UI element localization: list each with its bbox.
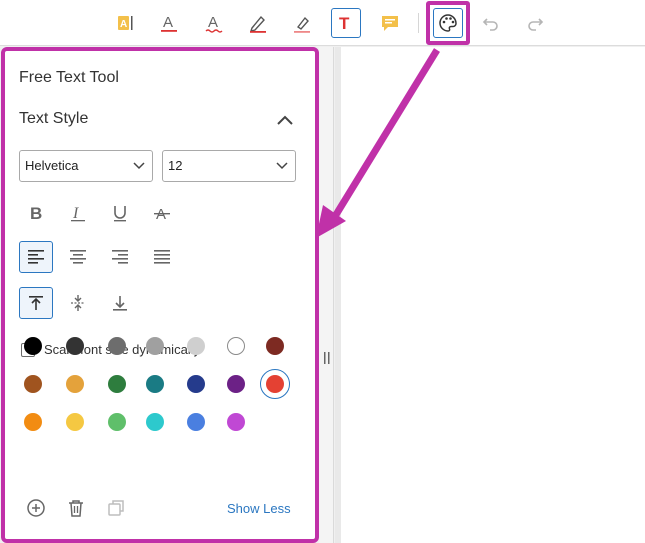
color-swatch[interactable]	[66, 337, 84, 355]
color-swatch[interactable]	[187, 413, 205, 431]
show-less-link[interactable]: Show Less	[227, 501, 291, 516]
freehand-highlight-icon[interactable]	[287, 8, 317, 38]
color-swatch[interactable]	[227, 413, 245, 431]
panel-title: Free Text Tool	[19, 69, 119, 86]
copy-color-icon[interactable]	[105, 497, 127, 519]
chevron-down-icon	[276, 162, 288, 170]
font-size-select[interactable]: 12	[162, 150, 296, 182]
color-swatch[interactable]	[108, 337, 126, 355]
font-family-select[interactable]: Helvetica	[19, 150, 153, 182]
chevron-up-icon[interactable]	[275, 112, 295, 128]
sticky-note-icon[interactable]	[375, 8, 405, 38]
align-center-icon[interactable]	[61, 241, 95, 273]
color-swatch[interactable]	[24, 337, 42, 355]
italic-icon[interactable]: I	[61, 197, 95, 229]
freehand-pen-icon[interactable]	[243, 8, 273, 38]
text-highlight-tool-icon[interactable]: A	[110, 8, 140, 38]
color-swatch[interactable]	[146, 413, 164, 431]
document-page: C. Jane Williamson has indicated heterm …	[341, 47, 645, 543]
color-swatch[interactable]	[66, 413, 84, 431]
undo-icon[interactable]	[476, 8, 506, 38]
strikethrough-icon[interactable]: A	[145, 197, 179, 229]
panel-splitter[interactable]	[319, 47, 334, 543]
color-swatch[interactable]	[108, 375, 126, 393]
color-swatch[interactable]	[227, 337, 245, 355]
align-right-icon[interactable]	[103, 241, 137, 273]
align-bottom-icon[interactable]	[103, 287, 137, 319]
align-justify-icon[interactable]	[145, 241, 179, 273]
color-swatch[interactable]	[108, 413, 126, 431]
free-text-tool-icon[interactable]: T	[331, 8, 361, 38]
color-swatch[interactable]	[187, 375, 205, 393]
font-family-value: Helvetica	[25, 158, 79, 173]
color-swatch[interactable]	[146, 375, 164, 393]
color-swatch[interactable]	[227, 375, 245, 393]
text-underline-color-tool-icon[interactable]: A	[154, 8, 184, 38]
svg-text:A: A	[208, 14, 218, 31]
align-left-icon[interactable]	[19, 241, 53, 273]
align-middle-icon[interactable]	[61, 287, 95, 319]
text-squiggly-tool-icon[interactable]: A	[199, 8, 229, 38]
underline-icon[interactable]	[103, 197, 137, 229]
redo-icon[interactable]	[520, 8, 550, 38]
color-swatch[interactable]	[24, 375, 42, 393]
color-swatch[interactable]	[266, 337, 284, 355]
svg-text:A: A	[120, 19, 127, 30]
color-swatch[interactable]	[146, 337, 164, 355]
delete-color-icon[interactable]	[65, 497, 87, 519]
document-viewer[interactable]: C. Jane Williamson has indicated heterm …	[335, 47, 645, 543]
annotation-toolbar: A A A T	[0, 0, 645, 46]
chevron-down-icon	[133, 162, 145, 170]
selected-swatch-ring	[260, 369, 290, 399]
svg-text:A: A	[163, 14, 173, 31]
add-color-icon[interactable]	[25, 497, 47, 519]
color-swatch[interactable]	[66, 375, 84, 393]
bold-icon[interactable]: B	[19, 197, 53, 229]
align-top-icon[interactable]	[19, 287, 53, 319]
font-size-value: 12	[168, 158, 183, 173]
svg-text:B: B	[30, 204, 42, 222]
style-panel: Free Text Tool Text Style Helvetica 12 B…	[1, 47, 319, 543]
drag-handle-icon[interactable]	[324, 352, 330, 364]
svg-text:T: T	[339, 14, 350, 32]
toolbar-divider	[418, 13, 419, 33]
color-swatch[interactable]	[24, 413, 42, 431]
palette-highlight-box	[426, 1, 470, 45]
svg-text:I: I	[72, 205, 79, 222]
text-style-heading: Text Style	[19, 110, 89, 127]
color-swatch[interactable]	[187, 337, 205, 355]
